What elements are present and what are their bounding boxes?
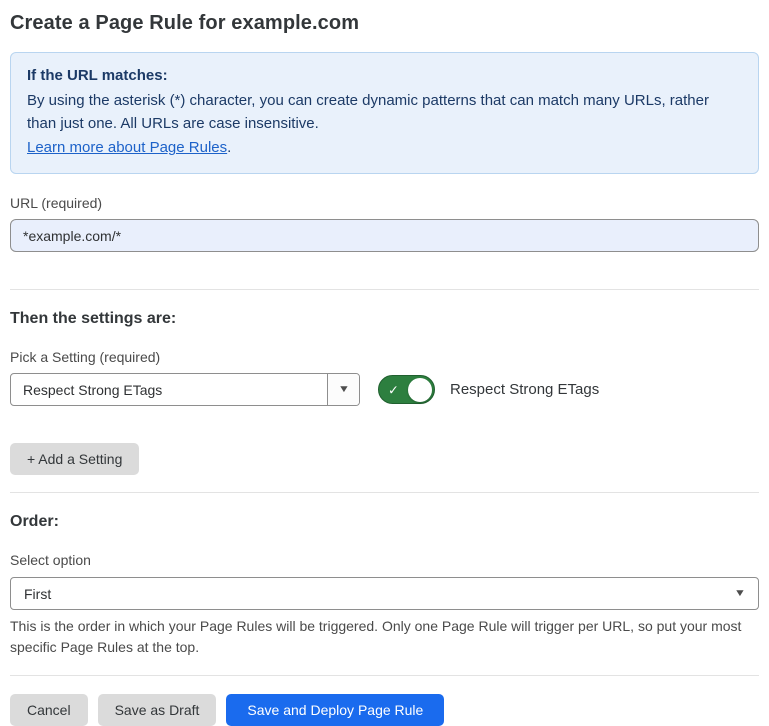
info-box-heading: If the URL matches: (27, 65, 742, 88)
toggle-knob (408, 378, 432, 402)
url-input[interactable] (10, 219, 759, 252)
setting-row: Respect Strong ETags ▼ ✓ Respect Strong … (10, 373, 759, 406)
order-select-label: Select option (10, 552, 759, 568)
check-icon: ✓ (388, 383, 399, 396)
divider-url-settings (10, 289, 759, 290)
order-select-value: First (24, 586, 735, 602)
divider-footer (10, 675, 759, 676)
order-heading: Order: (10, 513, 759, 531)
divider-settings-order (10, 492, 759, 493)
info-box-body: By using the asterisk (*) character, you… (27, 90, 742, 136)
cancel-button[interactable]: Cancel (10, 694, 88, 726)
etags-toggle[interactable]: ✓ (378, 375, 435, 404)
order-help-text: This is the order in which your Page Rul… (10, 616, 755, 658)
save-draft-button[interactable]: Save as Draft (98, 694, 217, 726)
learn-more-link[interactable]: Learn more about Page Rules (27, 139, 227, 156)
url-match-info-box: If the URL matches: By using the asteris… (10, 52, 759, 174)
etags-toggle-label: Respect Strong ETags (450, 381, 599, 398)
url-field-label: URL (required) (10, 195, 759, 211)
info-link-line: Learn more about Page Rules. (27, 137, 742, 160)
setting-dropdown-value: Respect Strong ETags (11, 374, 327, 405)
chevron-down-icon: ▼ (734, 589, 746, 599)
settings-heading: Then the settings are: (10, 310, 759, 328)
chevron-down-icon: ▼ (337, 385, 349, 395)
setting-dropdown[interactable]: Respect Strong ETags ▼ (10, 373, 360, 406)
order-select[interactable]: First ▼ (10, 577, 759, 610)
info-link-period: . (227, 139, 231, 156)
footer-actions: Cancel Save as Draft Save and Deploy Pag… (10, 694, 759, 726)
add-setting-button[interactable]: + Add a Setting (10, 443, 139, 475)
setting-dropdown-arrow-button[interactable]: ▼ (327, 374, 359, 405)
pick-setting-label: Pick a Setting (required) (10, 349, 759, 365)
create-page-rule-panel: Create a Page Rule for example.com If th… (0, 0, 769, 726)
page-title: Create a Page Rule for example.com (10, 12, 759, 35)
save-deploy-button[interactable]: Save and Deploy Page Rule (226, 694, 444, 726)
